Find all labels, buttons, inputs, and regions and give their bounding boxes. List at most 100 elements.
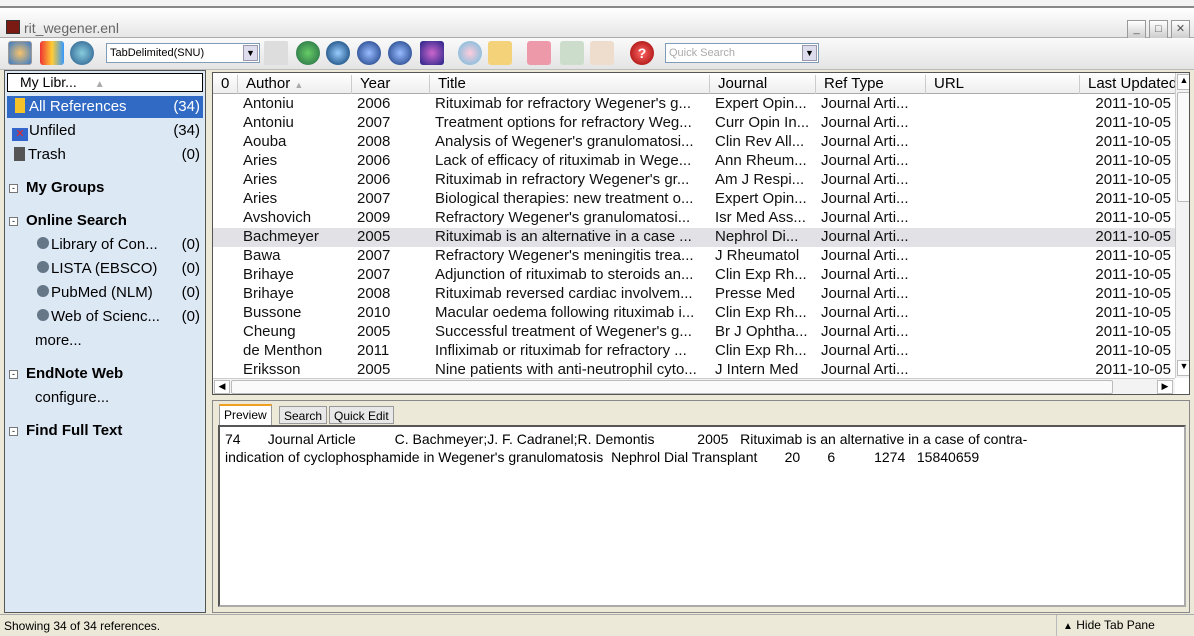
table-row[interactable]: Aries 2006 Lack of efficacy of rituximab i… xyxy=(213,152,1175,171)
open-file-icon[interactable] xyxy=(488,41,512,65)
chevron-down-icon: ▼ xyxy=(802,45,817,61)
tab-quick-edit[interactable]: Quick Edit xyxy=(329,406,394,424)
scroll-up-icon[interactable]: ▲ xyxy=(1177,74,1189,90)
online-more-link[interactable]: more... xyxy=(7,330,203,352)
sidebar-item-trash[interactable]: Trash (0) xyxy=(7,144,203,166)
group-my-groups[interactable]: - My Groups xyxy=(9,179,104,196)
cell-title: Rituximab for refractory Wegener's g... xyxy=(435,95,692,112)
group-online-search[interactable]: - Online Search xyxy=(9,212,127,229)
trash-icon xyxy=(14,147,25,161)
close-button[interactable]: ✕ xyxy=(1171,20,1190,39)
table-row[interactable]: Bachmeyer 2005 Rituximab is an alternative… xyxy=(213,228,1175,247)
cell-title: Lack of efficacy of rituximab in Wege... xyxy=(435,152,692,169)
table-row[interactable]: de Menthon 2011 Infliximab or rituximab fo… xyxy=(213,342,1175,361)
search-globe-icon xyxy=(37,309,49,321)
import-icon[interactable] xyxy=(357,41,381,65)
online-item-library-of-congress[interactable]: Library of Con... (0) xyxy=(7,234,203,256)
cell-journal: Isr Med Ass... xyxy=(715,209,806,226)
minimize-button[interactable]: _ xyxy=(1127,20,1146,39)
cell-journal: Curr Opin In... xyxy=(715,114,810,131)
cell-journal: J Rheumatol xyxy=(715,247,800,264)
endnote-web-configure-link[interactable]: configure... xyxy=(7,387,203,409)
table-row[interactable]: Brihaye 2007 Adjunction of rituximab to st… xyxy=(213,266,1175,285)
table-row[interactable]: Aries 2007 Biological therapies: new treat… xyxy=(213,190,1175,209)
table-row[interactable]: Avshovich 2009 Refractory Wegener's granul… xyxy=(213,209,1175,228)
table-row[interactable]: Aouba 2008 Analysis of Wegener's granuloma… xyxy=(213,133,1175,152)
collapse-icon[interactable]: - xyxy=(9,369,18,379)
choose-style-icon[interactable] xyxy=(264,41,288,65)
insert-citation-icon[interactable] xyxy=(527,41,551,65)
quick-search-input[interactable]: Quick Search ▼ xyxy=(665,43,819,63)
online-item-pubmed[interactable]: PubMed (NLM) (0) xyxy=(7,282,203,304)
new-reference-icon[interactable] xyxy=(296,41,320,65)
cell-year: 2007 xyxy=(357,190,391,207)
table-row[interactable]: Bawa 2007 Refractory Wegener's meningitis … xyxy=(213,247,1175,266)
find-icon[interactable] xyxy=(326,41,350,65)
cell-title: Biological therapies: new treatment o... xyxy=(435,190,694,207)
maximize-button[interactable]: □ xyxy=(1149,20,1168,39)
output-style-select[interactable]: TabDelimited(SNU) ▼ xyxy=(106,43,260,63)
format-bibliography-icon[interactable] xyxy=(560,41,584,65)
cell-title: Rituximab reversed cardiac involvem... xyxy=(435,285,693,302)
hide-tab-pane-button[interactable]: ▲ Hide Tab Pane xyxy=(1056,615,1174,636)
cell-journal: Am J Respi... xyxy=(715,171,805,188)
local-library-mode-icon[interactable] xyxy=(8,41,32,65)
tab-preview[interactable]: Preview xyxy=(219,404,272,425)
column-header-journal[interactable]: Journal xyxy=(709,75,815,94)
cell-author: Aries xyxy=(243,190,278,207)
table-row[interactable]: Cheung 2005 Successful treatment of Wegene… xyxy=(213,323,1175,342)
list-header: 0 Author ▲ Year Title Journal Ref Type U… xyxy=(213,73,1177,94)
cell-ref-type: Journal Arti... xyxy=(821,133,909,150)
online-item-lista[interactable]: LISTA (EBSCO) (0) xyxy=(7,258,203,280)
online-search-mode-icon[interactable] xyxy=(40,41,64,65)
column-header-author[interactable]: Author ▲ xyxy=(237,75,351,94)
tab-search[interactable]: Search xyxy=(279,406,328,424)
scroll-left-icon[interactable]: ◀ xyxy=(214,380,230,394)
scroll-right-icon[interactable]: ▶ xyxy=(1157,380,1173,394)
export-icon[interactable] xyxy=(388,41,412,65)
integrated-mode-icon[interactable] xyxy=(70,41,94,65)
cell-title: Treatment options for refractory Weg... xyxy=(435,114,692,131)
cell-last-updated: 2011-10-05 xyxy=(1095,228,1171,245)
cell-journal: Br J Ophtha... xyxy=(715,323,808,340)
collapse-icon[interactable]: - xyxy=(9,216,18,226)
collapse-icon[interactable]: - xyxy=(9,183,18,193)
column-header-url[interactable]: URL xyxy=(925,75,1079,94)
collapse-icon[interactable]: - xyxy=(9,426,18,436)
group-endnote-web[interactable]: - EndNote Web xyxy=(9,365,123,382)
cell-last-updated: 2011-10-05 xyxy=(1095,285,1171,302)
scroll-down-icon[interactable]: ▼ xyxy=(1177,360,1189,376)
cell-year: 2008 xyxy=(357,133,391,150)
group-find-full-text[interactable]: - Find Full Text xyxy=(9,422,122,439)
online-item-web-of-science[interactable]: Web of Scienc... (0) xyxy=(7,306,203,328)
search-globe-icon xyxy=(37,285,49,297)
column-header-last-updated[interactable]: Last Updated xyxy=(1079,75,1177,94)
sidebar-item-unfiled[interactable]: ✕ Unfiled (34) xyxy=(7,120,203,142)
open-link-icon[interactable] xyxy=(458,41,482,65)
attachment-column-header[interactable]: 0 xyxy=(213,75,235,94)
table-row[interactable]: Aries 2006 Rituximab in refractory Wegener… xyxy=(213,171,1175,190)
table-row[interactable]: Antoniu 2006 Rituximab for refractory Wege… xyxy=(213,95,1175,114)
cell-last-updated: 2011-10-05 xyxy=(1095,323,1171,340)
sidebar-item-all-references[interactable]: All References (34) xyxy=(7,96,203,118)
horizontal-scroll-thumb[interactable] xyxy=(231,380,1113,394)
cell-last-updated: 2011-10-05 xyxy=(1095,114,1171,131)
table-row[interactable]: Bussone 2010 Macular oedema following ritu… xyxy=(213,304,1175,323)
cell-last-updated: 2011-10-05 xyxy=(1095,247,1171,264)
vertical-scrollbar[interactable]: ▲ ▼ xyxy=(1175,73,1189,378)
cell-title: Adjunction of rituximab to steroids an..… xyxy=(435,266,694,283)
sidebar-header[interactable]: My Libr... ▲ xyxy=(7,73,203,92)
column-header-title[interactable]: Title xyxy=(429,75,709,94)
column-header-year[interactable]: Year xyxy=(351,75,429,94)
find-full-text-icon[interactable] xyxy=(420,41,444,65)
table-row[interactable]: Brihaye 2008 Rituximab reversed cardiac in… xyxy=(213,285,1175,304)
help-icon[interactable]: ? xyxy=(630,41,654,65)
return-to-word-icon[interactable] xyxy=(590,41,614,65)
horizontal-scrollbar[interactable]: ◀ ▶ xyxy=(213,378,1175,394)
table-row[interactable]: Antoniu 2007 Treatment options for refract… xyxy=(213,114,1175,133)
cell-year: 2006 xyxy=(357,152,391,169)
cell-year: 2005 xyxy=(357,323,391,340)
paperclip-icon: 0 xyxy=(221,75,230,92)
scroll-thumb[interactable] xyxy=(1177,92,1189,202)
column-header-ref-type[interactable]: Ref Type xyxy=(815,75,925,94)
